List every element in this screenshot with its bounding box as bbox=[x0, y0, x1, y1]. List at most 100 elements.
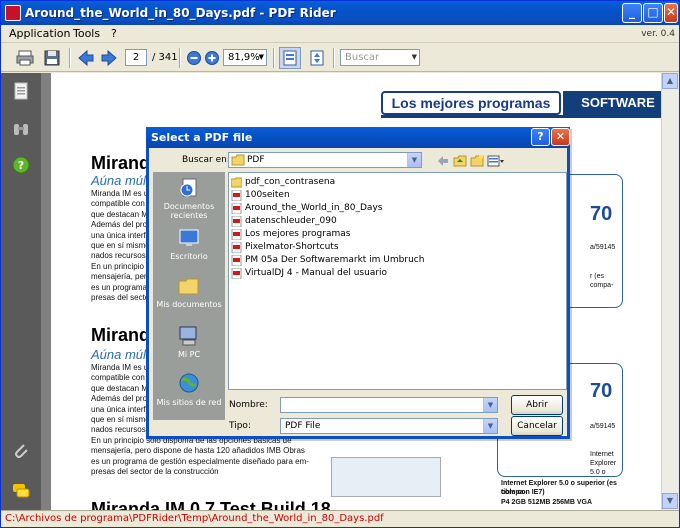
card-spec: tible con IE7) bbox=[501, 489, 545, 496]
list-item[interactable]: VirtualDJ 4 - Manual del usuario bbox=[231, 267, 387, 279]
file-name-label: Nombre: bbox=[229, 400, 268, 410]
card-spec: r (es compa- bbox=[590, 273, 614, 289]
dialog-title-bar: Select a PDF file ? ✕ bbox=[146, 127, 570, 148]
fit-width-icon bbox=[283, 50, 297, 66]
place-network[interactable]: Mis sitios de red bbox=[153, 372, 225, 407]
menu-tools[interactable]: Tools bbox=[73, 27, 100, 40]
back-arrow-icon[interactable] bbox=[437, 155, 449, 167]
desktop-icon bbox=[179, 229, 199, 246]
search-input[interactable]: Buscar ▼ bbox=[340, 49, 420, 66]
list-item[interactable]: datenschleuder_090 bbox=[231, 215, 337, 227]
toolbar: 2 / 341 81,9% ▼ Buscar ▼ bbox=[1, 44, 679, 72]
list-item[interactable]: Los mejores programas bbox=[231, 228, 350, 240]
left-sidebar: ? bbox=[1, 73, 41, 510]
place-my-computer[interactable]: Mi PC bbox=[153, 324, 225, 359]
place-recent-documents[interactable]: Documentos recientes bbox=[153, 176, 225, 220]
look-in-value: PDF bbox=[247, 155, 265, 165]
vertical-scrollbar[interactable]: ▲ ▼ bbox=[661, 73, 678, 510]
list-item[interactable]: pdf_con_contrasena bbox=[231, 176, 335, 188]
printer-icon bbox=[16, 50, 34, 66]
zoom-out-icon bbox=[187, 51, 201, 65]
pdf-file-icon bbox=[231, 242, 242, 253]
card-spec: a/59145 bbox=[590, 244, 616, 251]
menu-bar: Application Tools ? ver. 0.4 bbox=[1, 25, 679, 43]
list-item[interactable]: Pixelmator-Shortcuts bbox=[231, 241, 339, 253]
file-path: C:\Archivos de programa\PDFRider\Temp\Ar… bbox=[5, 513, 384, 524]
folder-icon bbox=[231, 177, 242, 188]
view-menu-icon[interactable] bbox=[487, 154, 505, 168]
version-label: ver. 0.4 bbox=[641, 29, 675, 39]
up-folder-icon[interactable] bbox=[453, 154, 467, 168]
rating-number: 70 bbox=[590, 380, 613, 402]
status-bar: C:\Archivos de programa\PDFRider\Temp\Ar… bbox=[1, 510, 679, 527]
arrow-left-icon bbox=[78, 49, 94, 67]
file-type-label: Tipo: bbox=[229, 421, 251, 431]
info-card-lower: Internet Explorer 5.0 o superior (es com… bbox=[497, 477, 623, 510]
list-item[interactable]: 100seiten bbox=[231, 189, 290, 201]
menu-help[interactable]: ? bbox=[111, 27, 117, 40]
pdf-file-icon bbox=[231, 268, 242, 279]
search-placeholder: Buscar bbox=[345, 52, 380, 63]
file-name-input[interactable]: ▼ bbox=[280, 397, 498, 413]
card-spec: P4 2GB 512MB 256MB VGA bbox=[501, 499, 593, 506]
floppy-disk-icon bbox=[44, 50, 60, 66]
open-button[interactable]: Abrir bbox=[511, 395, 563, 415]
maximize-button[interactable]: □ bbox=[643, 3, 663, 23]
save-button[interactable] bbox=[41, 47, 63, 69]
chevron-down-icon: ▼ bbox=[407, 153, 421, 167]
page-total-label: / 341 bbox=[152, 52, 178, 63]
help-icon[interactable]: ? bbox=[11, 155, 31, 175]
look-in-label: Buscar en: bbox=[182, 155, 230, 165]
pages-icon[interactable] bbox=[11, 81, 31, 101]
scroll-up-button[interactable]: ▲ bbox=[662, 73, 678, 89]
svg-text:?: ? bbox=[18, 159, 24, 172]
title-bar: Around_the_World_in_80_Days.pdf - PDF Ri… bbox=[1, 1, 679, 25]
fit-page-button[interactable] bbox=[306, 47, 328, 69]
page-number-input[interactable]: 2 bbox=[125, 49, 147, 66]
zoom-value: 81,9% bbox=[228, 52, 260, 63]
place-desktop[interactable]: Escritorio bbox=[153, 226, 225, 261]
window-title: Around_the_World_in_80_Days.pdf - PDF Ri… bbox=[25, 6, 336, 20]
card-spec: a/59145 bbox=[590, 423, 616, 430]
look-in-combo[interactable]: PDF ▼ bbox=[228, 152, 422, 168]
place-my-documents[interactable]: Mis documentos bbox=[153, 274, 225, 309]
pdf-file-icon bbox=[231, 203, 242, 214]
new-folder-icon[interactable] bbox=[470, 154, 484, 168]
pdf-file-icon bbox=[231, 229, 242, 240]
article-title: Miranda IM 0.7 Test Build 18 bbox=[91, 499, 331, 510]
list-item[interactable]: PM 05a Der Softwaremarkt im Umbruch bbox=[231, 254, 424, 266]
app-icon bbox=[5, 5, 21, 21]
file-type-select[interactable]: PDF File ▼ bbox=[280, 418, 498, 434]
arrow-right-icon bbox=[101, 49, 117, 67]
cancel-button[interactable]: Cancelar bbox=[511, 416, 563, 436]
scroll-down-button[interactable]: ▼ bbox=[662, 493, 678, 509]
chevron-down-icon: ▼ bbox=[258, 53, 264, 61]
menu-application[interactable]: Application bbox=[9, 27, 70, 40]
recent-documents-icon bbox=[180, 178, 197, 197]
file-list[interactable]: pdf_con_contrasena 100seiten Around_the_… bbox=[228, 172, 567, 390]
comments-icon[interactable] bbox=[11, 481, 31, 501]
paperclip-icon[interactable] bbox=[11, 441, 31, 461]
zoom-combo[interactable]: 81,9% ▼ bbox=[223, 49, 267, 66]
dialog-help-button[interactable]: ? bbox=[531, 128, 550, 146]
zoom-in-button[interactable] bbox=[201, 47, 223, 69]
binoculars-icon[interactable] bbox=[11, 119, 31, 139]
network-places-icon bbox=[179, 373, 199, 393]
search-dropdown-icon: ▼ bbox=[411, 53, 417, 61]
dialog-close-button[interactable]: ✕ bbox=[551, 128, 570, 146]
list-item[interactable]: Around_the_World_in_80_Days bbox=[231, 202, 382, 214]
header-software: SOFTWARE bbox=[563, 91, 661, 115]
zoom-in-icon bbox=[205, 51, 219, 65]
print-button[interactable] bbox=[14, 47, 36, 69]
dialog-title: Select a PDF file bbox=[151, 131, 253, 144]
next-page-button[interactable] bbox=[98, 47, 120, 69]
minimize-button[interactable]: _ bbox=[622, 3, 642, 23]
fit-width-button[interactable] bbox=[279, 47, 301, 69]
rating-number: 70 bbox=[590, 203, 613, 225]
chevron-down-icon: ▼ bbox=[483, 398, 497, 412]
my-computer-icon bbox=[179, 326, 197, 346]
close-button[interactable]: ✕ bbox=[664, 3, 678, 23]
fit-page-icon bbox=[310, 50, 324, 66]
chevron-down-icon: ▼ bbox=[483, 419, 497, 433]
previous-page-button[interactable] bbox=[75, 47, 97, 69]
